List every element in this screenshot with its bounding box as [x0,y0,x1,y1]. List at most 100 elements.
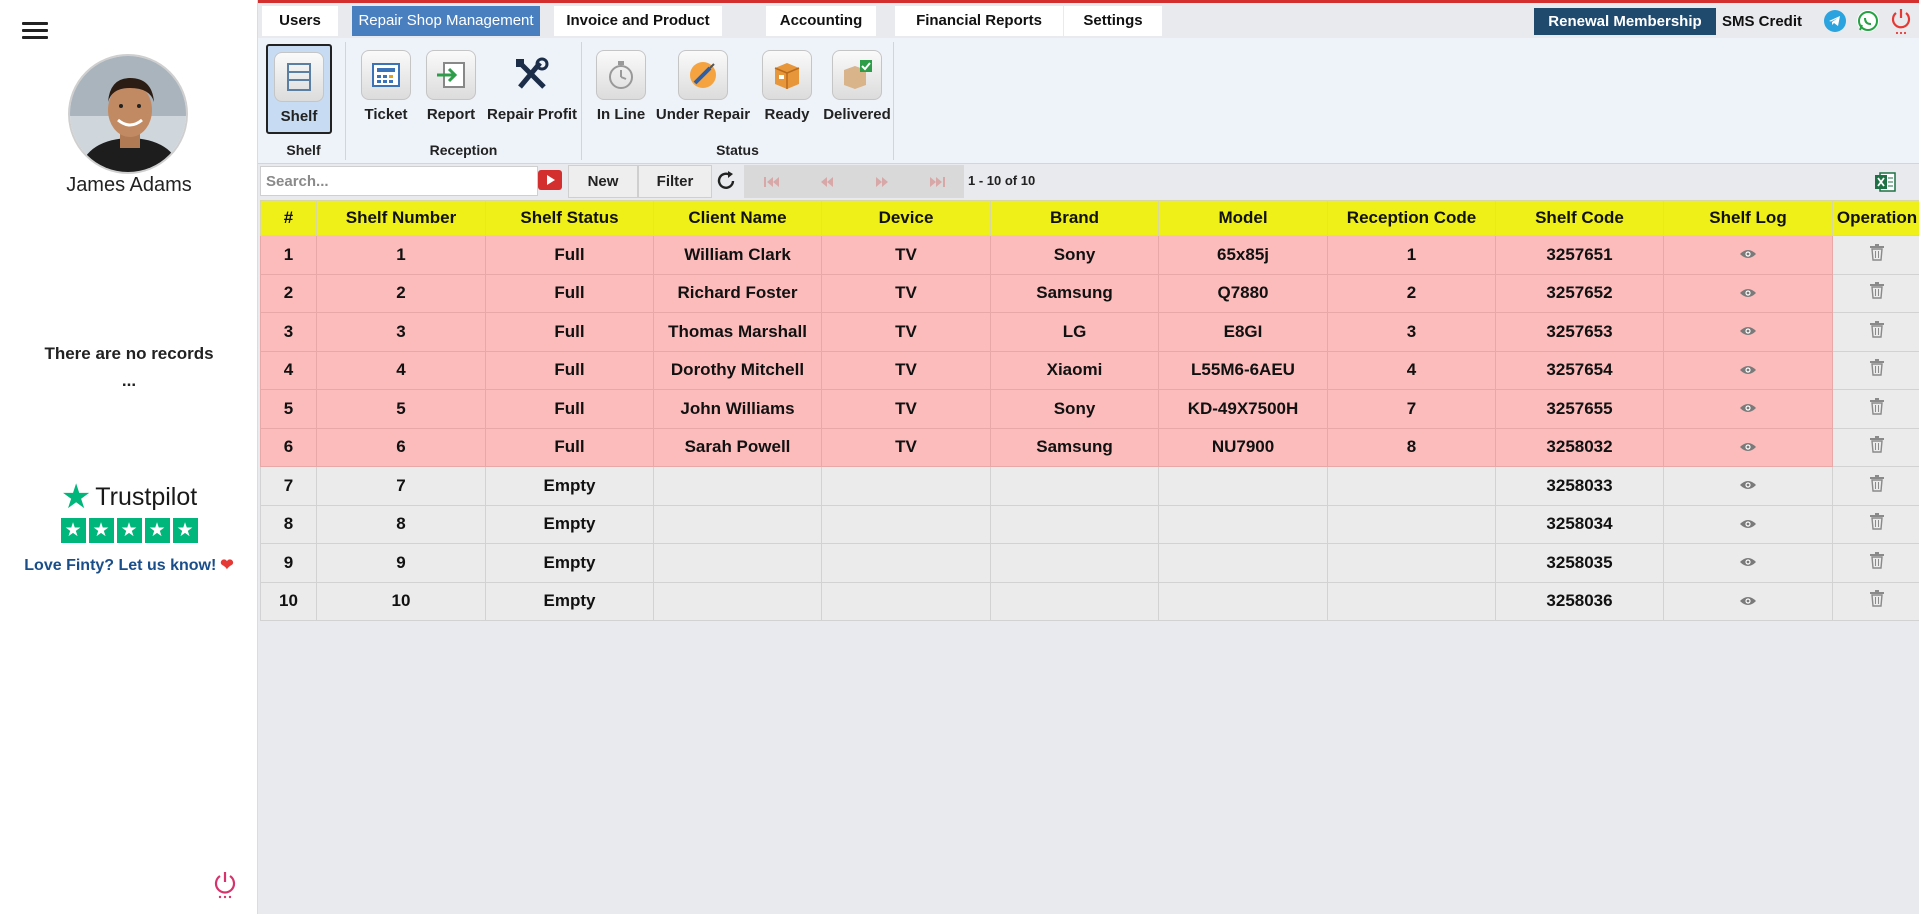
eye-icon[interactable] [1739,361,1757,381]
power-icon[interactable] [1890,8,1912,35]
pagination [744,165,964,198]
ticket-button[interactable]: Ticket [356,44,416,134]
star-icon: ★ [60,518,86,543]
shelf-number-cell: 9 [316,543,486,583]
report-button[interactable]: Report [420,44,482,134]
column-header[interactable]: Shelf Status [485,200,654,236]
previous-page-icon[interactable] [799,165,854,198]
eye-icon[interactable] [1739,476,1757,496]
ribbon-group-status: In Line Under Repair Ready Delivered Sta… [582,42,894,160]
table-row[interactable]: 10 10 Empty 3258036 [260,581,1919,621]
eye-icon[interactable] [1739,399,1757,419]
brand-cell [990,543,1159,583]
trustpilot-star-icon: ★ [60,478,92,516]
eye-icon[interactable] [1739,322,1757,342]
device-cell: TV [821,312,991,352]
delete-trash-icon[interactable] [1870,513,1884,535]
avatar[interactable] [68,54,188,174]
column-header[interactable]: Device [821,200,991,236]
table-row[interactable]: 1 1 Full William Clark TV Sony 65x85j 1 3257651 [260,235,1919,275]
whatsapp-icon[interactable] [1857,10,1879,32]
column-header[interactable]: Shelf Log [1663,200,1833,236]
tab-invoice-and-product[interactable]: Invoice and Product [554,6,722,36]
table-row[interactable]: 4 4 Full Dorothy Mitchell TV Xiaomi L55M6-6AEU… [260,350,1919,390]
table-row[interactable]: 9 9 Empty 3258035 [260,543,1919,583]
delivered-button[interactable]: Delivered [822,44,892,134]
youtube-help-icon[interactable] [538,170,562,190]
logout-power-icon[interactable] [212,870,238,900]
device-cell: TV [821,350,991,390]
tab-settings[interactable]: Settings [1064,6,1162,36]
shelf-code-cell: 3258033 [1495,466,1664,506]
column-header[interactable]: Operation [1832,200,1919,236]
column-header[interactable]: Client Name [653,200,822,236]
new-button[interactable]: New [568,165,638,198]
operation-cell [1832,504,1919,544]
delete-trash-icon[interactable] [1870,590,1884,612]
table-row[interactable]: 8 8 Empty 3258034 [260,504,1919,544]
delete-trash-icon[interactable] [1870,551,1884,574]
table-row[interactable]: 7 7 Empty 3258033 [260,466,1919,506]
tab-accounting[interactable]: Accounting [766,6,876,36]
column-header[interactable]: Reception Code [1327,200,1496,236]
reception-code-cell: 3 [1327,312,1496,352]
column-header[interactable]: # [260,200,317,236]
excel-export-icon[interactable] [1874,171,1896,193]
search-input[interactable] [260,166,538,196]
no-records-text: There are no records [44,344,214,363]
first-page-icon[interactable] [744,165,799,198]
eye-icon[interactable] [1739,553,1757,573]
delete-trash-icon[interactable] [1870,474,1884,497]
filter-button[interactable]: Filter [638,165,712,198]
trustpilot-widget[interactable]: ★ Trustpilot ★ ★ ★ ★ ★ Love Finty? Let u… [0,480,258,575]
brand-cell [990,504,1159,544]
operation-cell [1832,273,1919,313]
eye-icon[interactable] [1739,592,1757,612]
delete-trash-icon[interactable] [1870,320,1884,343]
shelf-number-cell: 6 [316,427,486,467]
delete-trash-icon[interactable] [1870,359,1884,381]
column-header[interactable]: Brand [990,200,1159,236]
tab-users[interactable]: Users [262,6,338,36]
table-row[interactable]: 6 6 Full Sarah Powell TV Samsung NU7900 8 325803… [260,427,1919,467]
delivered-button-label: Delivered [823,106,891,123]
row-number-cell: 10 [260,581,317,621]
table-row[interactable]: 2 2 Full Richard Foster TV Samsung Q7880 2 32576… [260,273,1919,313]
in-line-button[interactable]: In Line [590,44,652,134]
in-line-button-label: In Line [596,106,646,123]
shelf-number-cell: 3 [316,312,486,352]
tab-repair-shop-management[interactable]: Repair Shop Management [352,6,540,36]
trustpilot-cta[interactable]: Love Finty? Let us know! ❤ [0,555,258,575]
hamburger-menu-icon[interactable] [22,22,48,42]
delete-trash-icon[interactable] [1870,397,1884,420]
shelf-button[interactable]: Shelf [266,44,332,134]
table-header-row: # Shelf Number Shelf Status Client Name … [260,200,1919,236]
delete-trash-icon[interactable] [1870,436,1884,458]
column-header[interactable]: Model [1158,200,1328,236]
tab-financial-reports[interactable]: Financial Reports [895,6,1063,36]
table-row[interactable]: 3 3 Full Thomas Marshall TV LG E8GI 3 3257653 [260,312,1919,352]
delete-trash-icon[interactable] [1870,243,1884,266]
refresh-icon[interactable] [714,169,738,193]
under-repair-button[interactable]: Under Repair [654,44,752,134]
repair-profit-button[interactable]: Repair Profit [484,44,580,134]
table-row[interactable]: 5 5 Full John Williams TV Sony KD-49X7500H 7 325… [260,389,1919,429]
row-number-cell: 3 [260,312,317,352]
telegram-icon[interactable] [1824,10,1846,32]
model-cell: NU7900 [1158,427,1328,467]
renewal-membership-button[interactable]: Renewal Membership [1534,8,1716,35]
last-page-icon[interactable] [909,165,964,198]
column-header[interactable]: Shelf Code [1495,200,1664,236]
eye-icon[interactable] [1739,284,1757,304]
eye-icon[interactable] [1739,515,1757,535]
eye-icon[interactable] [1739,438,1757,458]
eye-icon[interactable] [1739,245,1757,265]
next-page-icon[interactable] [854,165,909,198]
ready-button[interactable]: Ready [754,44,820,134]
column-header[interactable]: Shelf Number [316,200,486,236]
report-button-label: Report [426,106,476,123]
delete-trash-icon[interactable] [1870,282,1884,304]
sms-credit-link[interactable]: SMS Credit [1722,8,1802,35]
tools-icon [507,50,557,100]
client-name-cell: John Williams [653,389,822,429]
